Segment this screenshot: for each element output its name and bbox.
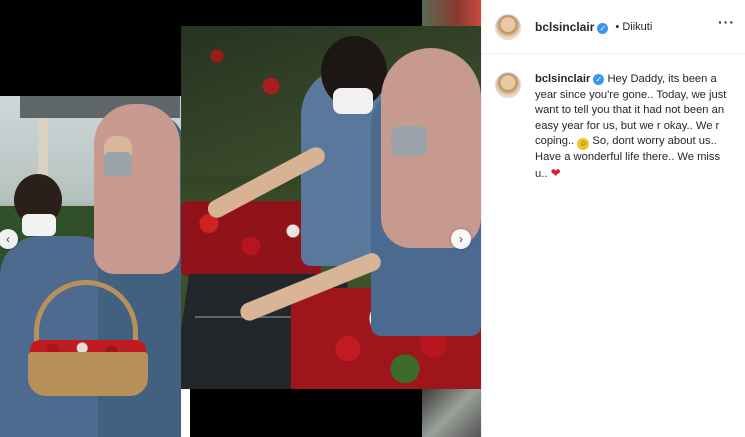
more-options-icon[interactable]: ··· — [718, 14, 735, 30]
next-photo-peek-bottom — [422, 389, 481, 437]
post-details-panel: bclsinclair ✓ • Diikuti ··· bclsinclair ✓ … — [481, 0, 745, 437]
woman-mask — [104, 152, 132, 176]
caption-text: bclsinclair ✓ Hey Daddy, its been a year … — [535, 72, 735, 182]
letterbox-bottom — [190, 389, 423, 437]
heart-emoji-icon: ❤ — [550, 165, 561, 180]
chevron-right-icon[interactable]: › — [451, 229, 471, 249]
username-text[interactable]: bclsinclair — [535, 20, 594, 34]
post-header: bclsinclair ✓ • Diikuti ··· — [482, 0, 745, 54]
caption-username[interactable]: bclsinclair — [535, 73, 590, 85]
avatar[interactable] — [495, 13, 521, 40]
gazebo-pillar — [38, 118, 48, 178]
carousel-photo-previous[interactable] — [0, 96, 181, 437]
verified-badge-icon: ✓ — [593, 74, 605, 85]
flower-basket — [28, 352, 148, 396]
media-viewer: ‹ › — [0, 0, 481, 437]
gravestone-inscription — [195, 316, 305, 356]
letterbox-top — [181, 0, 422, 26]
follow-status-label[interactable]: Diikuti — [622, 21, 652, 33]
avatar[interactable] — [495, 72, 521, 98]
follow-status[interactable]: • Diikuti — [612, 21, 652, 33]
woman-mask — [391, 126, 427, 156]
next-photo-peek-top — [422, 0, 481, 26]
post-username[interactable]: bclsinclair ✓ — [535, 20, 609, 34]
verified-badge-icon: ✓ — [597, 22, 609, 34]
letterbox-top-left — [0, 0, 181, 96]
caption-comment: bclsinclair ✓ Hey Daddy, its been a year … — [495, 72, 735, 182]
smiley-emoji-icon: ☺ — [577, 138, 590, 150]
child-mask — [22, 214, 56, 236]
carousel-photo-current[interactable] — [181, 26, 481, 389]
rose-petals-left — [181, 201, 321, 276]
woman-hijab — [94, 104, 180, 274]
girl-mask — [333, 88, 373, 114]
